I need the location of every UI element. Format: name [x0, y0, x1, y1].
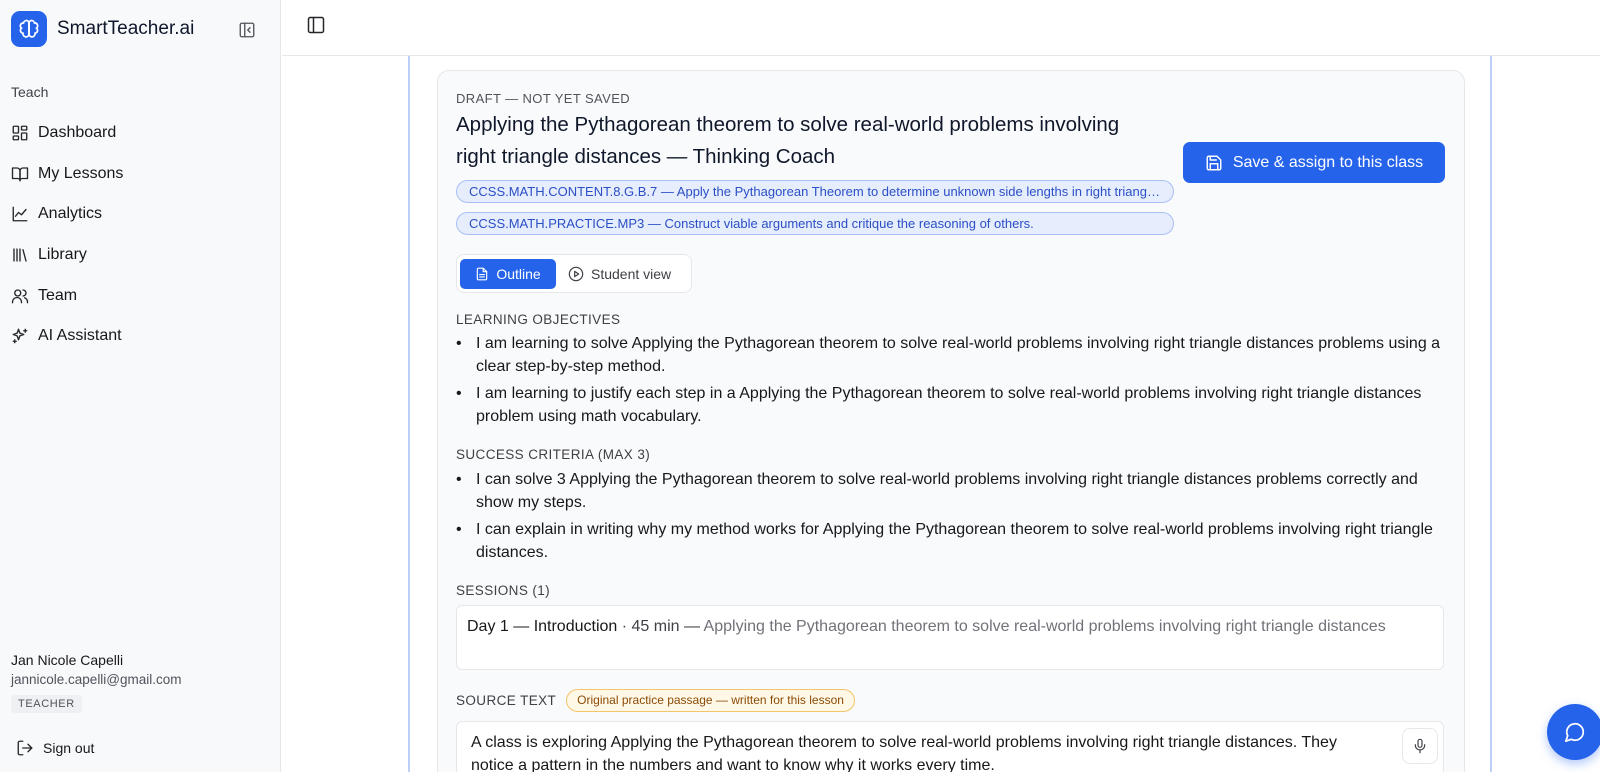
- play-circle-icon: [568, 266, 584, 282]
- source-heading: SOURCE TEXT: [456, 693, 557, 708]
- objective-item: I am learning to solve Applying the Pyth…: [456, 333, 1446, 378]
- tab-outline-label: Outline: [496, 266, 541, 282]
- save-icon: [1206, 155, 1222, 170]
- panel-left-close-icon: [239, 22, 255, 38]
- criteria-text: I can solve 3 Applying the Pythagorean t…: [476, 471, 1418, 511]
- standard-tag[interactable]: CCSS.MATH.PRACTICE.MP3 — Construct viabl…: [456, 212, 1174, 235]
- tab-outline[interactable]: Outline: [460, 259, 556, 289]
- sidebar-item-label: AI Assistant: [38, 327, 122, 345]
- sidebar: SmartTeacher.ai Teach Dashboard My Lesso…: [0, 0, 281, 772]
- criteria-item: I can explain in writing why my method w…: [456, 519, 1446, 564]
- book-icon: [11, 167, 29, 182]
- log-out-icon: [17, 740, 33, 756]
- dashboard-icon: [12, 125, 28, 141]
- top-bar: [282, 0, 1600, 56]
- microphone-icon: [1414, 738, 1426, 754]
- library-icon: [13, 248, 27, 262]
- save-assign-button[interactable]: Save & assign to this class: [1183, 142, 1445, 183]
- sessions-heading: SESSIONS (1): [456, 583, 551, 598]
- role-badge: TEACHER: [11, 695, 82, 713]
- sparkles-icon: [12, 328, 28, 344]
- sidebar-item-analytics[interactable]: Analytics: [11, 194, 269, 235]
- draft-status: DRAFT — NOT YET SAVED: [456, 91, 631, 106]
- sidebar-item-ai-assistant[interactable]: AI Assistant: [11, 316, 269, 357]
- brain-icon: [11, 11, 47, 47]
- sidebar-item-label: Analytics: [38, 205, 103, 223]
- objectives-list: I am learning to solve Applying the Pyth…: [456, 333, 1446, 433]
- user-name: Jan Nicole Capelli: [11, 652, 124, 668]
- chat-button[interactable]: [1547, 704, 1600, 760]
- sign-out-label: Sign out: [43, 740, 95, 756]
- session-meta: · 45 min —: [617, 618, 704, 635]
- criteria-list: I can solve 3 Applying the Pythagorean t…: [456, 469, 1446, 569]
- message-circle-icon: [1564, 722, 1585, 743]
- collapse-sidebar-button[interactable]: [236, 19, 258, 41]
- users-icon: [11, 288, 29, 304]
- source-header: SOURCE TEXT Original practice passage — …: [456, 689, 855, 712]
- sidebar-item-library[interactable]: Library: [11, 235, 269, 276]
- objective-text: I am learning to solve Applying the Pyth…: [476, 335, 1441, 375]
- tab-student-view-label: Student view: [591, 266, 672, 282]
- nav-section-label: Teach: [11, 84, 49, 100]
- user-email: jannicole.capelli@gmail.com: [11, 672, 182, 687]
- tab-student-view[interactable]: Student view: [568, 259, 671, 289]
- sidebar-item-team[interactable]: Team: [11, 275, 269, 316]
- view-tabs: Outline Student view: [456, 254, 692, 293]
- objective-text: I am learning to justify each step in a …: [476, 385, 1422, 425]
- session-description: Applying the Pythagorean theorem to solv…: [703, 618, 1386, 635]
- sidebar-item-label: Library: [38, 246, 87, 264]
- objectives-heading: LEARNING OBJECTIVES: [456, 312, 621, 327]
- microphone-button[interactable]: [1402, 728, 1438, 764]
- source-text-field[interactable]: A class is exploring Applying the Pythag…: [456, 721, 1444, 772]
- save-assign-label: Save & assign to this class: [1232, 153, 1424, 171]
- standard-tag[interactable]: CCSS.MATH.CONTENT.8.G.B.7 — Apply the Py…: [456, 180, 1174, 203]
- file-text-icon: [477, 267, 488, 281]
- sidebar-item-label: My Lessons: [38, 164, 124, 182]
- brand[interactable]: SmartTeacher.ai: [11, 11, 194, 47]
- criteria-heading: SUCCESS CRITERIA (MAX 3): [456, 447, 651, 462]
- session-card[interactable]: Day 1 — Introduction · 45 min — Applying…: [456, 605, 1444, 670]
- chart-icon: [12, 207, 28, 222]
- sidebar-item-label: Team: [38, 286, 78, 304]
- session-title: Day 1 — Introduction: [467, 618, 618, 635]
- criteria-item: I can solve 3 Applying the Pythagorean t…: [456, 469, 1446, 514]
- brand-name: SmartTeacher.ai: [57, 18, 195, 39]
- sidebar-nav: Dashboard My Lessons Analytics Library T…: [11, 113, 269, 357]
- sidebar-item-dashboard[interactable]: Dashboard: [11, 113, 269, 154]
- user-profile: Jan Nicole Capelli jannicole.capelli@gma…: [11, 652, 182, 713]
- objective-item: I am learning to justify each step in a …: [456, 383, 1446, 428]
- sidebar-item-my-lessons[interactable]: My Lessons: [11, 154, 269, 195]
- criteria-text: I can explain in writing why my method w…: [476, 521, 1433, 561]
- sign-out-button[interactable]: Sign out: [16, 739, 94, 757]
- toggle-sidebar-button[interactable]: [306, 15, 326, 35]
- lesson-title: Applying the Pythagorean theorem to solv…: [456, 113, 1120, 168]
- source-badge: Original practice passage — written for …: [566, 689, 855, 712]
- sidebar-item-label: Dashboard: [38, 124, 117, 142]
- panel-left-icon: [307, 16, 325, 34]
